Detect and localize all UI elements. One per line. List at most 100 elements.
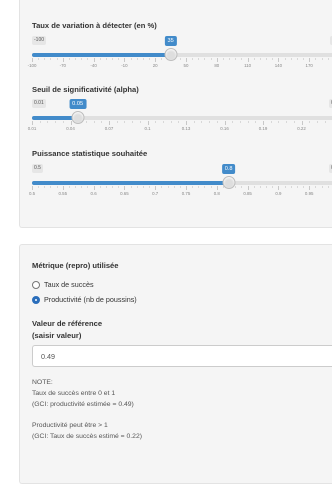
slider-tick xyxy=(155,186,157,190)
slider-minor-tick xyxy=(161,186,163,188)
slider-minor-tick xyxy=(38,186,40,188)
slider-minor-tick xyxy=(38,58,40,60)
slider-tick-label: 0.55 xyxy=(58,191,68,196)
slider-minor-tick xyxy=(170,121,172,123)
slider-tick-label: 50 xyxy=(183,63,189,68)
radio-taux-succes[interactable]: Taux de succès xyxy=(32,280,94,289)
slider-tick-label: 0.95 xyxy=(304,191,314,196)
slider-tick xyxy=(109,121,110,125)
slider-tick-label: 0.85 xyxy=(243,191,252,196)
slider-minor-tick xyxy=(241,186,243,188)
slider-minor-tick xyxy=(179,58,181,60)
radio-button-icon[interactable] xyxy=(32,295,40,304)
slider-minor-tick xyxy=(179,186,181,188)
slider-minor-tick xyxy=(210,186,212,188)
slider-tick xyxy=(186,58,187,62)
slider-tick-label: 0.1 xyxy=(144,126,151,131)
slider-minor-tick xyxy=(290,186,292,188)
slider-minor-tick xyxy=(315,186,317,188)
alpha-slider[interactable]: 0.010.20.050.010.040.070.10.130.160.190.… xyxy=(20,99,332,155)
slider-tick-label: 170 xyxy=(305,63,313,68)
slider-tick-label: 0.5 xyxy=(28,191,36,196)
slider-tick xyxy=(93,58,95,62)
slider-tick-label: 20 xyxy=(152,63,158,68)
slider-minor-tick xyxy=(136,186,138,188)
slider-minor-tick xyxy=(303,186,305,188)
slider-handle[interactable] xyxy=(164,48,178,61)
slider-minor-tick xyxy=(198,58,200,60)
power-slider[interactable]: 0.5 0.9 0.8 0.5 0.55 0.6 0.65 0.7 0.75 0.8 0.85 0.9… xyxy=(20,164,332,220)
slider-tick-label: 0.75 xyxy=(181,191,191,196)
slider-minor-tick xyxy=(112,186,114,188)
slider-minor-tick xyxy=(149,186,151,188)
slider-track[interactable] xyxy=(32,181,332,185)
slider-tick xyxy=(155,58,157,62)
slider-tick-label: 0.8 xyxy=(213,191,220,196)
slider-value-bubble: 0.05 xyxy=(69,99,87,109)
slider-minor-tick xyxy=(210,58,212,60)
slider-minor-tick xyxy=(327,58,329,60)
slider-minor-tick xyxy=(239,121,241,123)
slider-minor-tick xyxy=(75,186,77,188)
slider-minor-tick xyxy=(204,58,206,60)
slider-value-bubble: 0.8 xyxy=(221,164,236,174)
radio-button-icon[interactable] xyxy=(32,280,40,289)
slider-minor-tick xyxy=(209,121,211,123)
slider-minor-tick xyxy=(193,121,195,123)
slider-minor-tick xyxy=(296,58,298,60)
radio-taux-succes-label: Taux de succès xyxy=(44,280,94,289)
slider-minor-tick xyxy=(192,58,194,60)
slider-minor-tick xyxy=(81,186,83,188)
slider-minor-tick xyxy=(253,186,255,188)
slider-minor-tick xyxy=(99,186,101,188)
slider-minor-tick xyxy=(241,58,243,60)
slider-tick xyxy=(32,186,33,190)
slider-minor-tick xyxy=(270,121,272,123)
slider-minor-tick xyxy=(324,121,326,123)
slider-minor-tick xyxy=(99,58,101,60)
note-line: Taux de succès entre 0 et 1 xyxy=(32,390,116,397)
slider-tick xyxy=(70,121,72,125)
slider-minor-tick xyxy=(229,58,231,60)
slider-tick xyxy=(278,58,280,62)
slider-track[interactable] xyxy=(32,53,332,57)
slider-tick-label: 0.19 xyxy=(258,126,268,131)
slider-tick xyxy=(93,186,95,190)
slider-min-label: -100 xyxy=(32,36,47,45)
slider-minor-tick xyxy=(93,121,95,123)
reference-value-input[interactable] xyxy=(32,345,332,367)
slider-minor-tick xyxy=(105,58,107,60)
slider-minor-tick xyxy=(87,186,89,188)
slider-minor-tick xyxy=(303,58,305,60)
variation-slider[interactable]: -1002035-100-70-40-1020508011014017020 xyxy=(20,36,332,92)
slider-minor-tick xyxy=(290,58,292,60)
slider-ticks: 0.50.550.60.650.70.750.80.850.90.950 xyxy=(28,186,332,198)
slider-minor-tick xyxy=(81,58,83,60)
slider-minor-tick xyxy=(130,58,132,60)
slider-tick xyxy=(309,58,311,62)
note-line: (GCI: Taux de succès estimé = 0.22) xyxy=(32,433,142,440)
slider-minor-tick xyxy=(192,186,194,188)
slider-tick-label: 0.7 xyxy=(152,191,159,196)
slider-tick-label: 0.22 xyxy=(297,126,306,131)
slider-minor-tick xyxy=(293,121,295,123)
slider-minor-tick xyxy=(284,186,286,188)
slider-fill xyxy=(32,53,171,57)
slider-minor-tick xyxy=(235,186,237,188)
slider-tick-label: 0.9 xyxy=(275,191,282,196)
slider-minor-tick xyxy=(55,121,57,123)
radio-productivite[interactable]: Productivité (nb de poussins) xyxy=(32,295,137,304)
slider-tick xyxy=(62,186,64,190)
slider-tick xyxy=(216,58,218,62)
slider-minor-tick xyxy=(286,121,288,123)
slider-minor-tick xyxy=(316,121,318,123)
slider-tick-label: -10 xyxy=(121,63,128,68)
slider-handle[interactable] xyxy=(222,176,236,189)
slider-minor-tick xyxy=(101,121,103,123)
slider-minor-tick xyxy=(124,121,126,123)
slider-tick xyxy=(301,121,303,125)
slider-minor-tick xyxy=(253,58,255,60)
slider-tick-label: -100 xyxy=(27,63,37,68)
slider-minor-tick xyxy=(272,186,274,188)
slider-handle[interactable] xyxy=(71,111,85,124)
